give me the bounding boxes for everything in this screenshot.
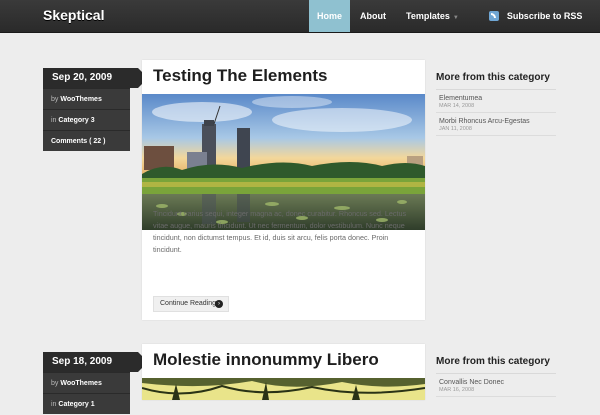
post-author[interactable]: WooThemes [60, 380, 102, 387]
post-meta: Sep 18, 2009 by WooThemes in Category 1 [43, 352, 148, 414]
rss-icon [488, 11, 499, 21]
sidebar-item: Morbi Rhoncus Arcu-Egestas JAN 11, 2008 [436, 113, 556, 136]
post-category[interactable]: Category 1 [58, 401, 94, 408]
category-sidebar: More from this category Convallis Nec Do… [436, 354, 556, 397]
post-title[interactable]: Molestie innonummy Libero [153, 350, 379, 370]
nav-home[interactable]: Home [309, 0, 350, 32]
nav-subscribe-rss[interactable]: Subscribe to RSS [469, 0, 593, 32]
site-logo[interactable]: Skeptical [43, 7, 104, 23]
arrow-right-icon: › [215, 300, 223, 308]
continue-reading-button[interactable]: Continue Reading › [153, 296, 229, 312]
post-excerpt: Tincidunt varius sequi, integer magna ac… [153, 209, 407, 254]
sidebar-item: Convallis Nec Donec MAR 16, 2008 [436, 374, 556, 397]
sidebar-item-date: JAN 11, 2008 [439, 126, 472, 132]
nav-templates[interactable]: Templates ▼ [396, 0, 469, 32]
in-label: in [51, 401, 59, 408]
post-comments-row: Comments ( 22 ) [43, 130, 130, 151]
sidebar-item-link[interactable]: Elementumea [439, 95, 556, 102]
sidebar-title: More from this category [436, 72, 550, 83]
post-category-row: in Category 1 [43, 393, 130, 414]
post-meta: Sep 20, 2009 by WooThemes in Category 3 … [43, 68, 148, 151]
post-category[interactable]: Category 3 [58, 117, 94, 124]
post-date: Sep 18, 2009 [43, 352, 148, 372]
continue-reading-label: Continue Reading [160, 300, 217, 307]
sidebar-item-date: MAR 14, 2008 [439, 103, 475, 109]
sidebar-item-date: MAR 16, 2008 [439, 387, 475, 393]
by-label: by [51, 96, 61, 103]
post-card: Testing The Elements Tincidunt varius se… [142, 60, 425, 320]
post-author-row: by WooThemes [43, 88, 130, 109]
post-author-row: by WooThemes [43, 372, 130, 393]
trees-image [141, 378, 426, 400]
main-nav: Home About Templates ▼ Subscribe to RSS [309, 0, 592, 32]
post-image[interactable] [141, 378, 426, 400]
rss-label: Subscribe to RSS [506, 11, 583, 21]
post-date: Sep 20, 2009 [43, 68, 148, 88]
post-card: Molestie innonummy Libero [141, 344, 426, 400]
nav-about[interactable]: About [350, 0, 396, 32]
sidebar-item: Elementumea MAR 14, 2008 [436, 90, 556, 113]
sidebar-title: More from this category [436, 356, 550, 367]
sidebar-item-link[interactable]: Morbi Rhoncus Arcu-Egestas [439, 118, 556, 125]
sidebar-item-link[interactable]: Convallis Nec Donec [439, 379, 556, 386]
post-author[interactable]: WooThemes [60, 96, 102, 103]
nav-templates-label: Templates [406, 11, 450, 21]
post-comments-link[interactable]: Comments ( 22 ) [51, 138, 105, 145]
post-title[interactable]: Testing The Elements [153, 66, 327, 86]
by-label: by [51, 380, 61, 387]
category-sidebar: More from this category Elementumea MAR … [436, 70, 556, 136]
post-category-row: in Category 3 [43, 109, 130, 130]
site-header: Skeptical Home About Templates ▼ Subscrib… [0, 0, 600, 33]
chevron-down-icon: ▼ [452, 15, 459, 21]
